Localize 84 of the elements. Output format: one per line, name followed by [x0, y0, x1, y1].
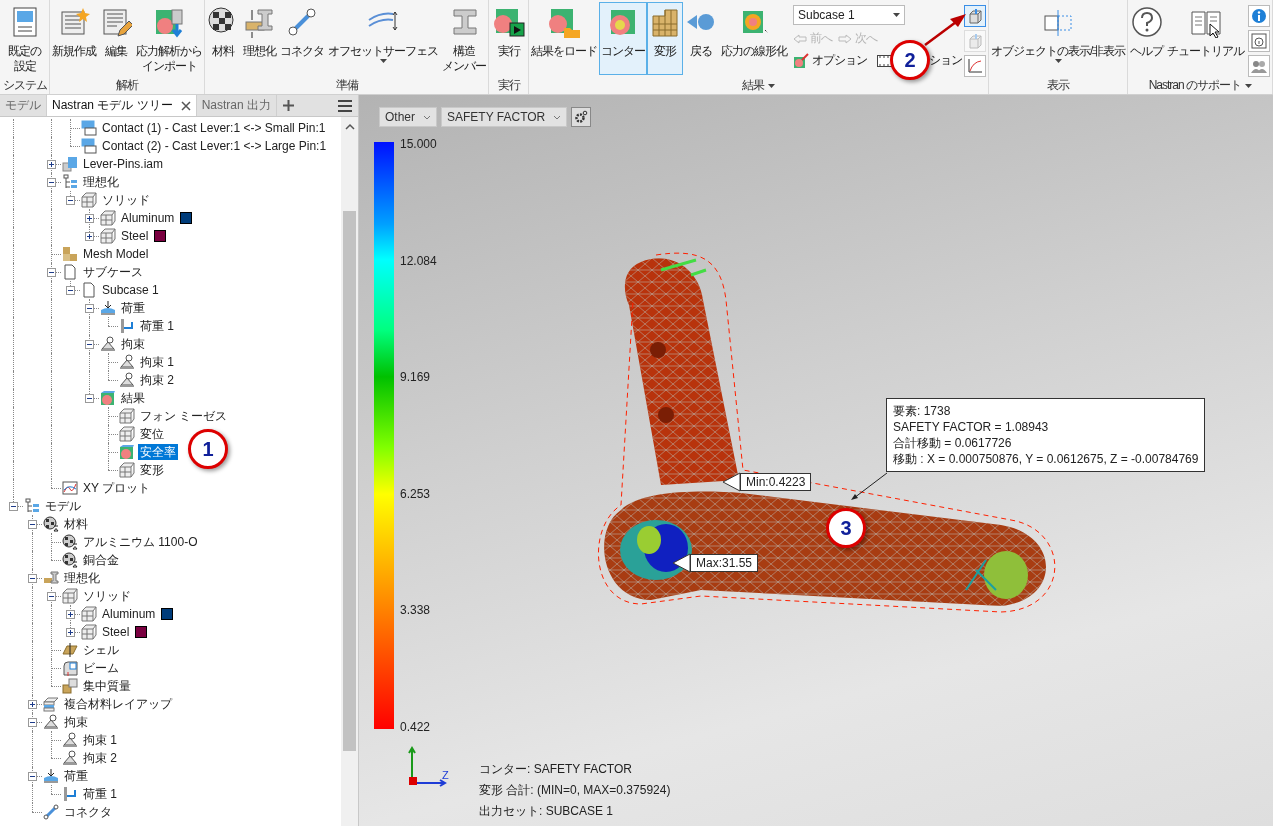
group-label: 表示: [1047, 76, 1070, 94]
tree-item[interactable]: ソリッド: [81, 588, 133, 604]
tree-item[interactable]: 拘束 1: [81, 732, 119, 748]
ribbon-button[interactable]: 応力解析から インポート: [134, 2, 204, 75]
ribbon-button[interactable]: 構造 メンバー: [440, 2, 488, 75]
tree-item[interactable]: Steel: [119, 228, 151, 244]
tree-item[interactable]: 荷重 1: [81, 786, 119, 802]
group-label: システム: [2, 76, 47, 94]
tree-item[interactable]: 拘束 2: [81, 750, 119, 766]
ribbon-button[interactable]: 編集: [98, 2, 134, 75]
tree-item[interactable]: アルミニウム 1100-O: [81, 534, 200, 550]
probe-line: 合計移動 = 0.0617726: [893, 435, 1013, 451]
status-text: 変形 合計: (MIN=0, MAX=0.375924): [479, 782, 671, 798]
tree-item[interactable]: フォン ミーゼス: [138, 408, 230, 424]
ribbon-button[interactable]: 実行: [490, 2, 527, 75]
status-text: コンター: SAFETY FACTOR: [479, 761, 633, 777]
tree-item[interactable]: Steel: [100, 624, 132, 640]
ribbon-button[interactable]: 戻る: [683, 2, 719, 75]
ribbon-button[interactable]: オフセットサーフェス: [326, 2, 440, 75]
legend-value: 6.253: [400, 486, 432, 501]
tree-item[interactable]: Aluminum: [100, 606, 158, 622]
tree-item[interactable]: シェル: [81, 642, 121, 658]
options-button[interactable]: オプション: [793, 52, 867, 69]
ribbon-button[interactable]: 既定の 設定: [6, 2, 43, 75]
tree-item[interactable]: Aluminum: [119, 210, 177, 226]
ribbon-button[interactable]: コンター: [599, 2, 647, 75]
animation-button[interactable]: ション: [929, 52, 962, 69]
tree-item[interactable]: Contact (2) - Cast Lever:1 <-> Large Pin:1: [100, 138, 329, 154]
group-label: 実行: [497, 76, 520, 94]
legend-value: 12.084: [400, 253, 437, 268]
tree-item[interactable]: 複合材料レイアップ: [62, 696, 174, 712]
legend-value: 9.169: [400, 370, 432, 385]
ribbon-button[interactable]: 理想化: [241, 2, 278, 75]
tree-item[interactable]: 荷重 1: [138, 318, 176, 334]
tree-item[interactable]: 安全率: [138, 444, 178, 460]
category-dropdown[interactable]: Other: [379, 107, 437, 127]
probe-line: 要素: 1738: [893, 403, 952, 419]
tree-item[interactable]: 拘束: [62, 714, 90, 730]
ribbon-button[interactable]: 材料: [205, 2, 241, 75]
group-label: 結果: [742, 77, 764, 94]
legend-value: 15.000: [400, 137, 437, 151]
subcase-dropdown[interactable]: Subcase 1: [793, 5, 905, 25]
result-type-dropdown[interactable]: SAFETY FACTOR: [441, 107, 568, 127]
tree-item[interactable]: 変位: [138, 426, 166, 442]
tree-item[interactable]: 集中質量: [81, 678, 133, 694]
ribbon-button[interactable]: チュートリアル: [1165, 2, 1247, 75]
ribbon-button[interactable]: 応力の線形化: [719, 2, 789, 75]
ribbon-button[interactable]: 変形: [647, 2, 683, 75]
tree-item[interactable]: 材料: [62, 516, 90, 532]
tree-item[interactable]: 拘束 1: [138, 354, 176, 370]
tree-item[interactable]: 理想化: [81, 174, 121, 190]
panel-tab[interactable]: Nastran モデル ツリー: [47, 95, 197, 116]
tree-item[interactable]: 結果: [119, 390, 147, 406]
tree-item[interactable]: 拘束: [119, 336, 147, 352]
tree-item[interactable]: XY プロット: [81, 480, 153, 496]
axis-label: Z: [442, 769, 449, 781]
tree-item[interactable]: 拘束 2: [138, 372, 176, 388]
tree-item[interactable]: モデル: [43, 498, 83, 514]
legend-value: 3.338: [400, 603, 432, 618]
ribbon-button[interactable]: コネクタ: [278, 2, 326, 75]
group-label: 準備: [335, 76, 358, 94]
tree-item[interactable]: 変形: [138, 462, 166, 478]
ribbon-button[interactable]: オブジェクトの表示/非表示: [989, 2, 1128, 75]
tree-item[interactable]: Contact (1) - Cast Lever:1 <-> Small Pin:1: [100, 120, 328, 136]
ribbon-button[interactable]: 結果をロード: [529, 2, 599, 75]
probe-line: SAFETY FACTOR = 1.08943: [893, 419, 1050, 435]
tree-item[interactable]: 荷重: [119, 300, 147, 316]
tree-item[interactable]: コネクタ: [62, 804, 114, 820]
tree-item[interactable]: Mesh Model: [81, 246, 151, 262]
tree-item[interactable]: Lever-Pins.iam: [81, 156, 166, 172]
status-text: 出力セット: SUBCASE 1: [479, 803, 615, 819]
group-label: 解析: [116, 76, 138, 94]
tree-item[interactable]: 荷重: [62, 768, 90, 784]
group-label: Nastran のサポート: [1148, 77, 1241, 94]
tree-item[interactable]: 銅合金: [81, 552, 121, 568]
ribbon-button[interactable]: ヘルプ: [1128, 2, 1166, 75]
tree-item[interactable]: Subcase 1: [100, 282, 161, 298]
probe-line: 移動 : X = 0.000750876, Y = 0.0612675, Z = -0.00784769: [893, 451, 1199, 467]
tree-item[interactable]: ソリッド: [100, 192, 152, 208]
tree-item[interactable]: 理想化: [62, 570, 102, 586]
tree-item[interactable]: サブケース: [81, 264, 145, 280]
tree-item[interactable]: ビーム: [81, 660, 121, 676]
ribbon-button[interactable]: 新規作成: [50, 2, 98, 75]
legend-value: 0.422: [400, 719, 432, 734]
